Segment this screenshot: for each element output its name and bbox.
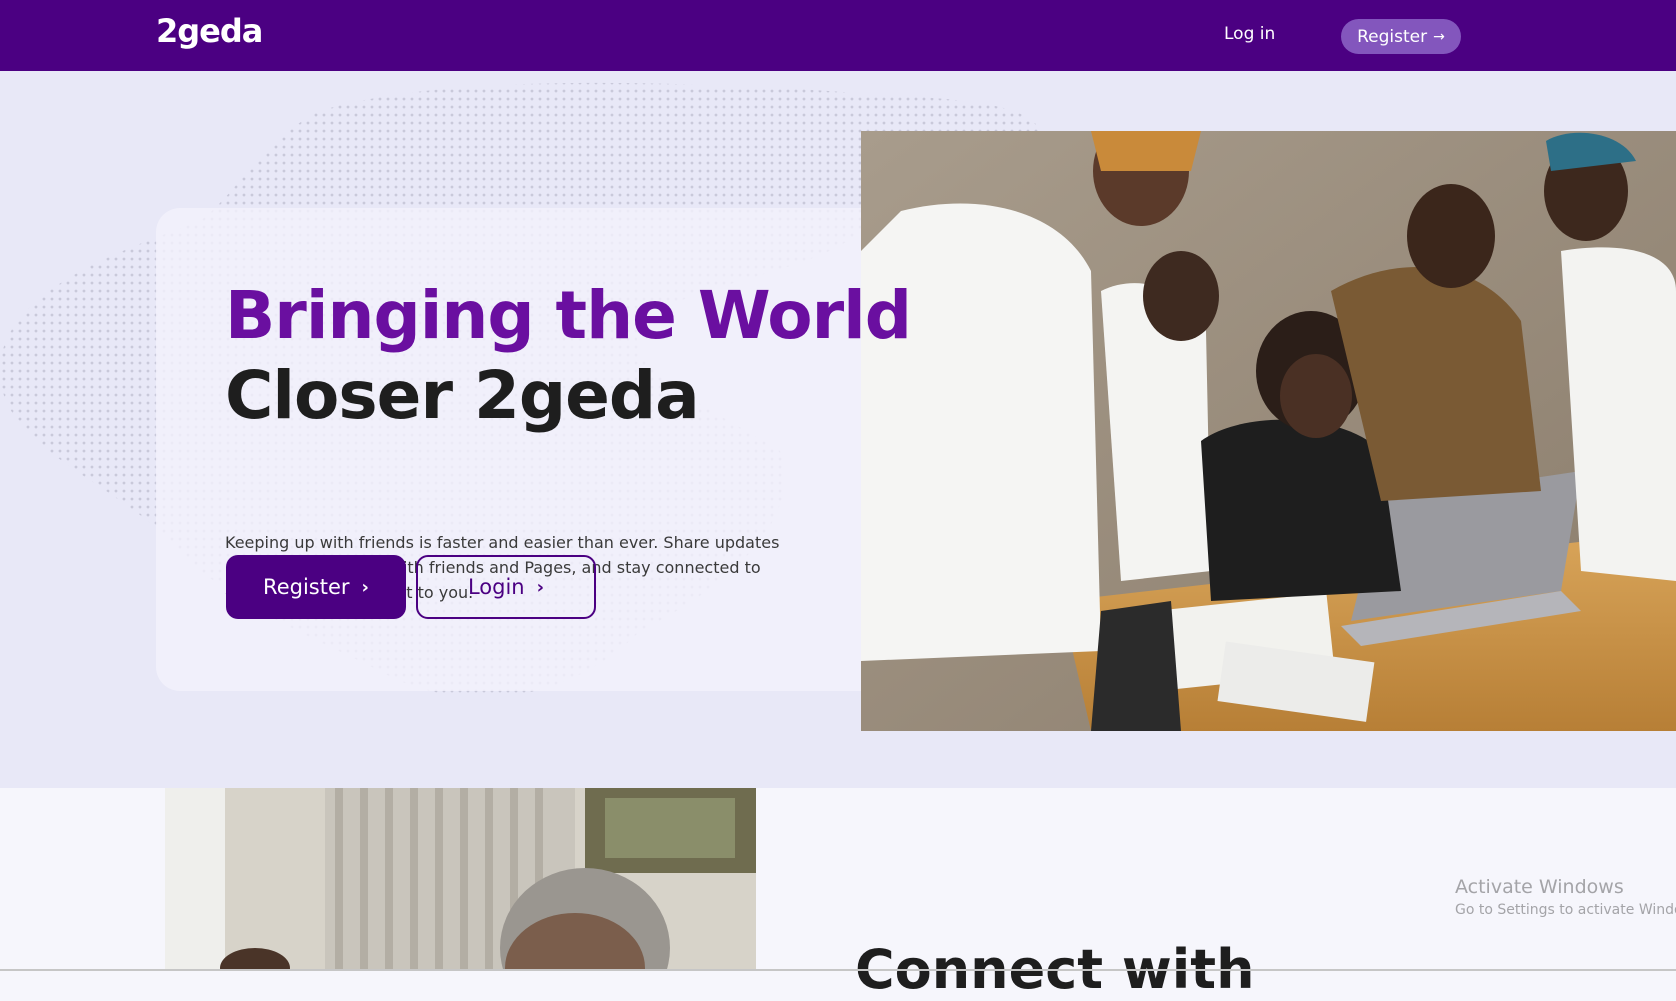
connect-section: Connect with bbox=[0, 788, 1676, 1001]
hero-title-line1: Bringing the World bbox=[225, 277, 912, 354]
hero-title: Bringing the World Closer 2geda bbox=[225, 276, 912, 436]
nav-register-button[interactable]: Register → bbox=[1341, 19, 1461, 54]
hero-section: Bringing the World Closer 2geda Keeping … bbox=[0, 71, 1676, 788]
brand-logo[interactable]: 2geda bbox=[156, 12, 263, 50]
activate-windows-watermark: Activate Windows Go to Settings to activ… bbox=[1455, 876, 1676, 918]
chevron-right-icon: › bbox=[361, 576, 369, 598]
hero-group-photo bbox=[861, 131, 1676, 731]
arrow-right-icon: → bbox=[1433, 28, 1445, 45]
top-navbar: 2geda Log in Register → bbox=[0, 0, 1676, 71]
activate-windows-subtitle: Go to Settings to activate Windows. bbox=[1455, 902, 1676, 918]
connect-section-photo bbox=[165, 788, 756, 971]
hero-login-button[interactable]: Login › bbox=[416, 555, 596, 619]
nav-register-label: Register bbox=[1357, 26, 1428, 47]
hero-register-label: Register bbox=[263, 575, 350, 599]
activate-windows-title: Activate Windows bbox=[1455, 876, 1624, 898]
hero-register-button[interactable]: Register › bbox=[226, 555, 406, 619]
hero-title-line2: Closer 2geda bbox=[225, 357, 700, 434]
hero-login-label: Login bbox=[467, 575, 525, 599]
nav-login-link[interactable]: Log in bbox=[1224, 24, 1275, 44]
chevron-right-icon: › bbox=[536, 576, 545, 598]
